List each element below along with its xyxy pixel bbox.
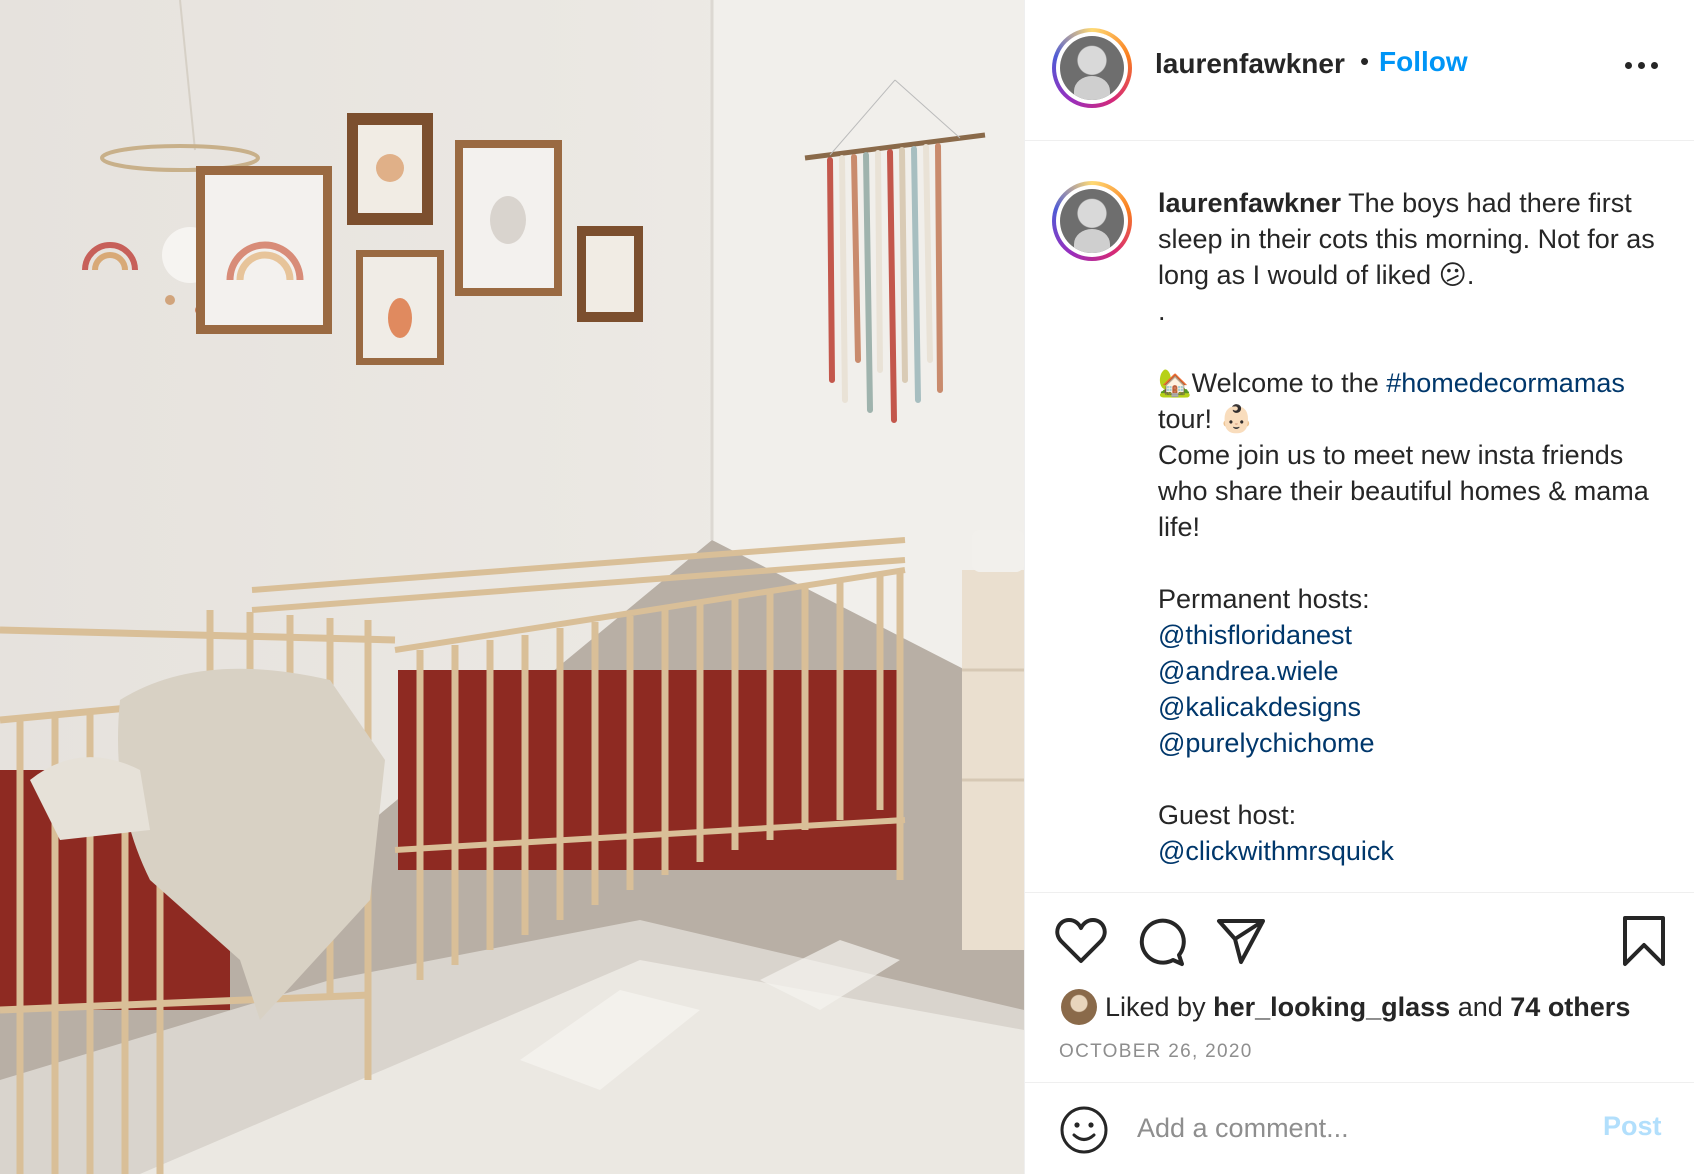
ellipsis-icon[interactable] (1625, 54, 1659, 74)
caption-welcome-line: 🏡Welcome to the #homedecormamas tour! 👶🏻 (1158, 365, 1678, 437)
post-caption: laurenfawkner The boys had there first s… (1158, 185, 1678, 869)
heart-icon[interactable] (1055, 917, 1107, 965)
author-avatar[interactable] (1052, 28, 1132, 108)
comments-scroll-area[interactable]: laurenfawkner The boys had there first s… (1025, 141, 1694, 892)
post-header: laurenfawkner • Follow (1025, 0, 1694, 141)
host-mention-link[interactable]: @andrea.wiele (1158, 653, 1678, 689)
host-mention-link[interactable]: @kalicakdesigns (1158, 689, 1678, 725)
bookmark-icon[interactable] (1622, 915, 1666, 967)
smiley-icon[interactable] (1059, 1105, 1109, 1155)
post-image[interactable] (0, 0, 1024, 1174)
caption-join-text: Come join us to meet new insta friends w… (1158, 440, 1649, 542)
post-date[interactable]: OCTOBER 26, 2020 (1059, 1041, 1253, 1063)
hashtag-link[interactable]: #homedecormamas (1386, 368, 1625, 398)
caption-author-avatar[interactable] (1052, 181, 1132, 261)
caption-spacer (1158, 545, 1678, 581)
follow-button[interactable]: Follow (1379, 46, 1468, 78)
guest-host-label: Guest host: (1158, 800, 1297, 830)
comment-input[interactable] (1137, 1103, 1567, 1153)
likes-middle: and (1457, 991, 1503, 1022)
speech-bubble-icon[interactable] (1136, 917, 1186, 967)
header-separator: • (1360, 46, 1370, 76)
liker-avatar[interactable] (1061, 989, 1097, 1025)
likes-others-link[interactable]: 74 others (1510, 992, 1630, 1023)
host-mention-link[interactable]: @thisfloridanest (1158, 617, 1678, 653)
caption-spacer (1158, 761, 1678, 797)
post-comment-button[interactable]: Post (1603, 1111, 1662, 1142)
comment-bar: Post (1025, 1082, 1694, 1174)
avatar-image (1060, 36, 1124, 100)
host-mention-link[interactable]: @purelychichome (1158, 725, 1678, 761)
likes-summary: Liked by her_looking_glass and 74 others (1061, 987, 1630, 1027)
permanent-hosts-label: Permanent hosts: (1158, 584, 1370, 614)
avatar-image (1060, 189, 1124, 253)
welcome-prefix: 🏡Welcome to the (1158, 368, 1387, 398)
caption-dot-line: . (1158, 296, 1166, 326)
author-username[interactable]: laurenfawkner (1155, 48, 1345, 80)
caption-first-paragraph: laurenfawkner The boys had there first s… (1158, 185, 1678, 293)
post-actions: Liked by her_looking_glass and 74 others… (1025, 892, 1694, 1082)
nursery-photo (0, 0, 1024, 1174)
paper-plane-icon[interactable] (1216, 917, 1266, 965)
liker-username[interactable]: her_looking_glass (1213, 992, 1450, 1023)
post-side-panel: laurenfawkner • Follow laurenfawkner The… (1024, 0, 1694, 1174)
guest-host-link[interactable]: @clickwithmrsquick (1158, 833, 1678, 869)
caption-username[interactable]: laurenfawkner (1158, 188, 1341, 218)
caption-spacer (1158, 329, 1678, 365)
welcome-suffix: tour! 👶🏻 (1158, 404, 1254, 434)
likes-prefix: Liked by (1105, 991, 1206, 1022)
